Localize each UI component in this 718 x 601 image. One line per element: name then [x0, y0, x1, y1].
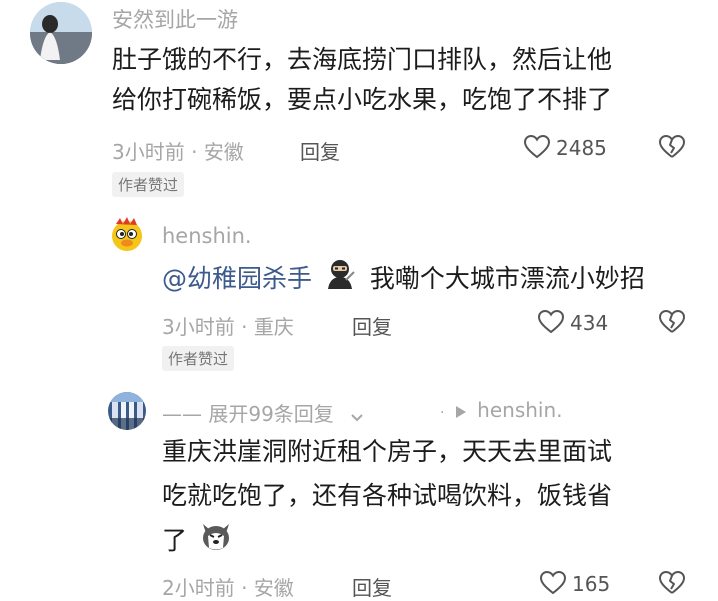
reply-button[interactable]: 回复	[300, 136, 340, 165]
reply-username[interactable]: henshin.	[162, 224, 252, 248]
heart-outline-icon[interactable]	[538, 309, 564, 335]
reply-meta: 2小时前 · 安徽	[162, 572, 294, 601]
broken-heart-icon[interactable]	[658, 134, 686, 160]
author-liked-badge: 作者赞过	[162, 346, 235, 371]
heart-outline-icon[interactable]	[540, 570, 566, 596]
dot-separator: ·	[440, 405, 445, 421]
play-arrow-icon	[455, 400, 467, 424]
meta-separator: ·	[241, 315, 248, 339]
dog-emoji-icon	[199, 520, 233, 564]
reply-content: 我嘞个大城市漂流小妙招	[369, 264, 645, 293]
reply-button[interactable]: 回复	[352, 311, 392, 340]
broken-heart-icon[interactable]	[658, 570, 686, 596]
comment-time: 3小时前	[112, 140, 185, 164]
reply-text: 重庆洪崖洞附近租个房子，天天去里面试	[162, 437, 613, 466]
reply-text: 了	[162, 520, 233, 564]
ninja-emoji-icon	[324, 258, 356, 302]
reply-text-end: 了	[162, 526, 188, 555]
expand-replies-row[interactable]: —— 展开99条回复	[162, 398, 364, 428]
author-liked-badge: 作者赞过	[112, 172, 185, 197]
comment-meta: 3小时前 · 安徽	[112, 136, 244, 165]
reply-meta: 3小时前 · 重庆	[162, 311, 294, 340]
like-count: 434	[570, 311, 609, 335]
meta-separator: ·	[241, 576, 248, 600]
like-count: 2485	[556, 136, 607, 160]
broken-heart-icon[interactable]	[658, 309, 686, 335]
expand-replies-label[interactable]: —— 展开99条回复	[162, 402, 334, 426]
chevron-down-icon[interactable]	[350, 404, 364, 428]
user-mention[interactable]: @幼稚园杀手	[162, 264, 312, 293]
comment-time: 3小时前	[162, 315, 235, 339]
comment-location: 重庆	[253, 315, 294, 339]
reply-text: 吃就吃饱了，还有各种试喝饮料，饭钱省	[162, 481, 613, 510]
meta-separator: ·	[191, 140, 198, 164]
comment-username[interactable]: 安然到此一游	[112, 4, 238, 34]
heart-outline-icon[interactable]	[524, 134, 550, 160]
comment-text: 肚子饿的不行，去海底捞门口排队，然后让他	[112, 45, 613, 74]
like-count: 165	[572, 572, 611, 596]
comment-time: 2小时前	[162, 576, 235, 600]
reply-button[interactable]: 回复	[352, 572, 392, 601]
comment-location: 安徽	[253, 576, 294, 600]
comment-text: 给你打碗稀饭，要点小吃水果，吃饱了不排了	[112, 85, 613, 114]
user-avatar[interactable]	[30, 2, 92, 64]
comment-location: 安徽	[203, 140, 244, 164]
reply-to-username[interactable]: henshin.	[477, 398, 562, 422]
user-avatar[interactable]	[108, 392, 146, 430]
user-avatar[interactable]	[108, 216, 146, 254]
reply-target: · henshin.	[440, 398, 563, 424]
reply-text: @幼稚园杀手 我嘞个大城市漂流小妙招	[162, 258, 645, 302]
